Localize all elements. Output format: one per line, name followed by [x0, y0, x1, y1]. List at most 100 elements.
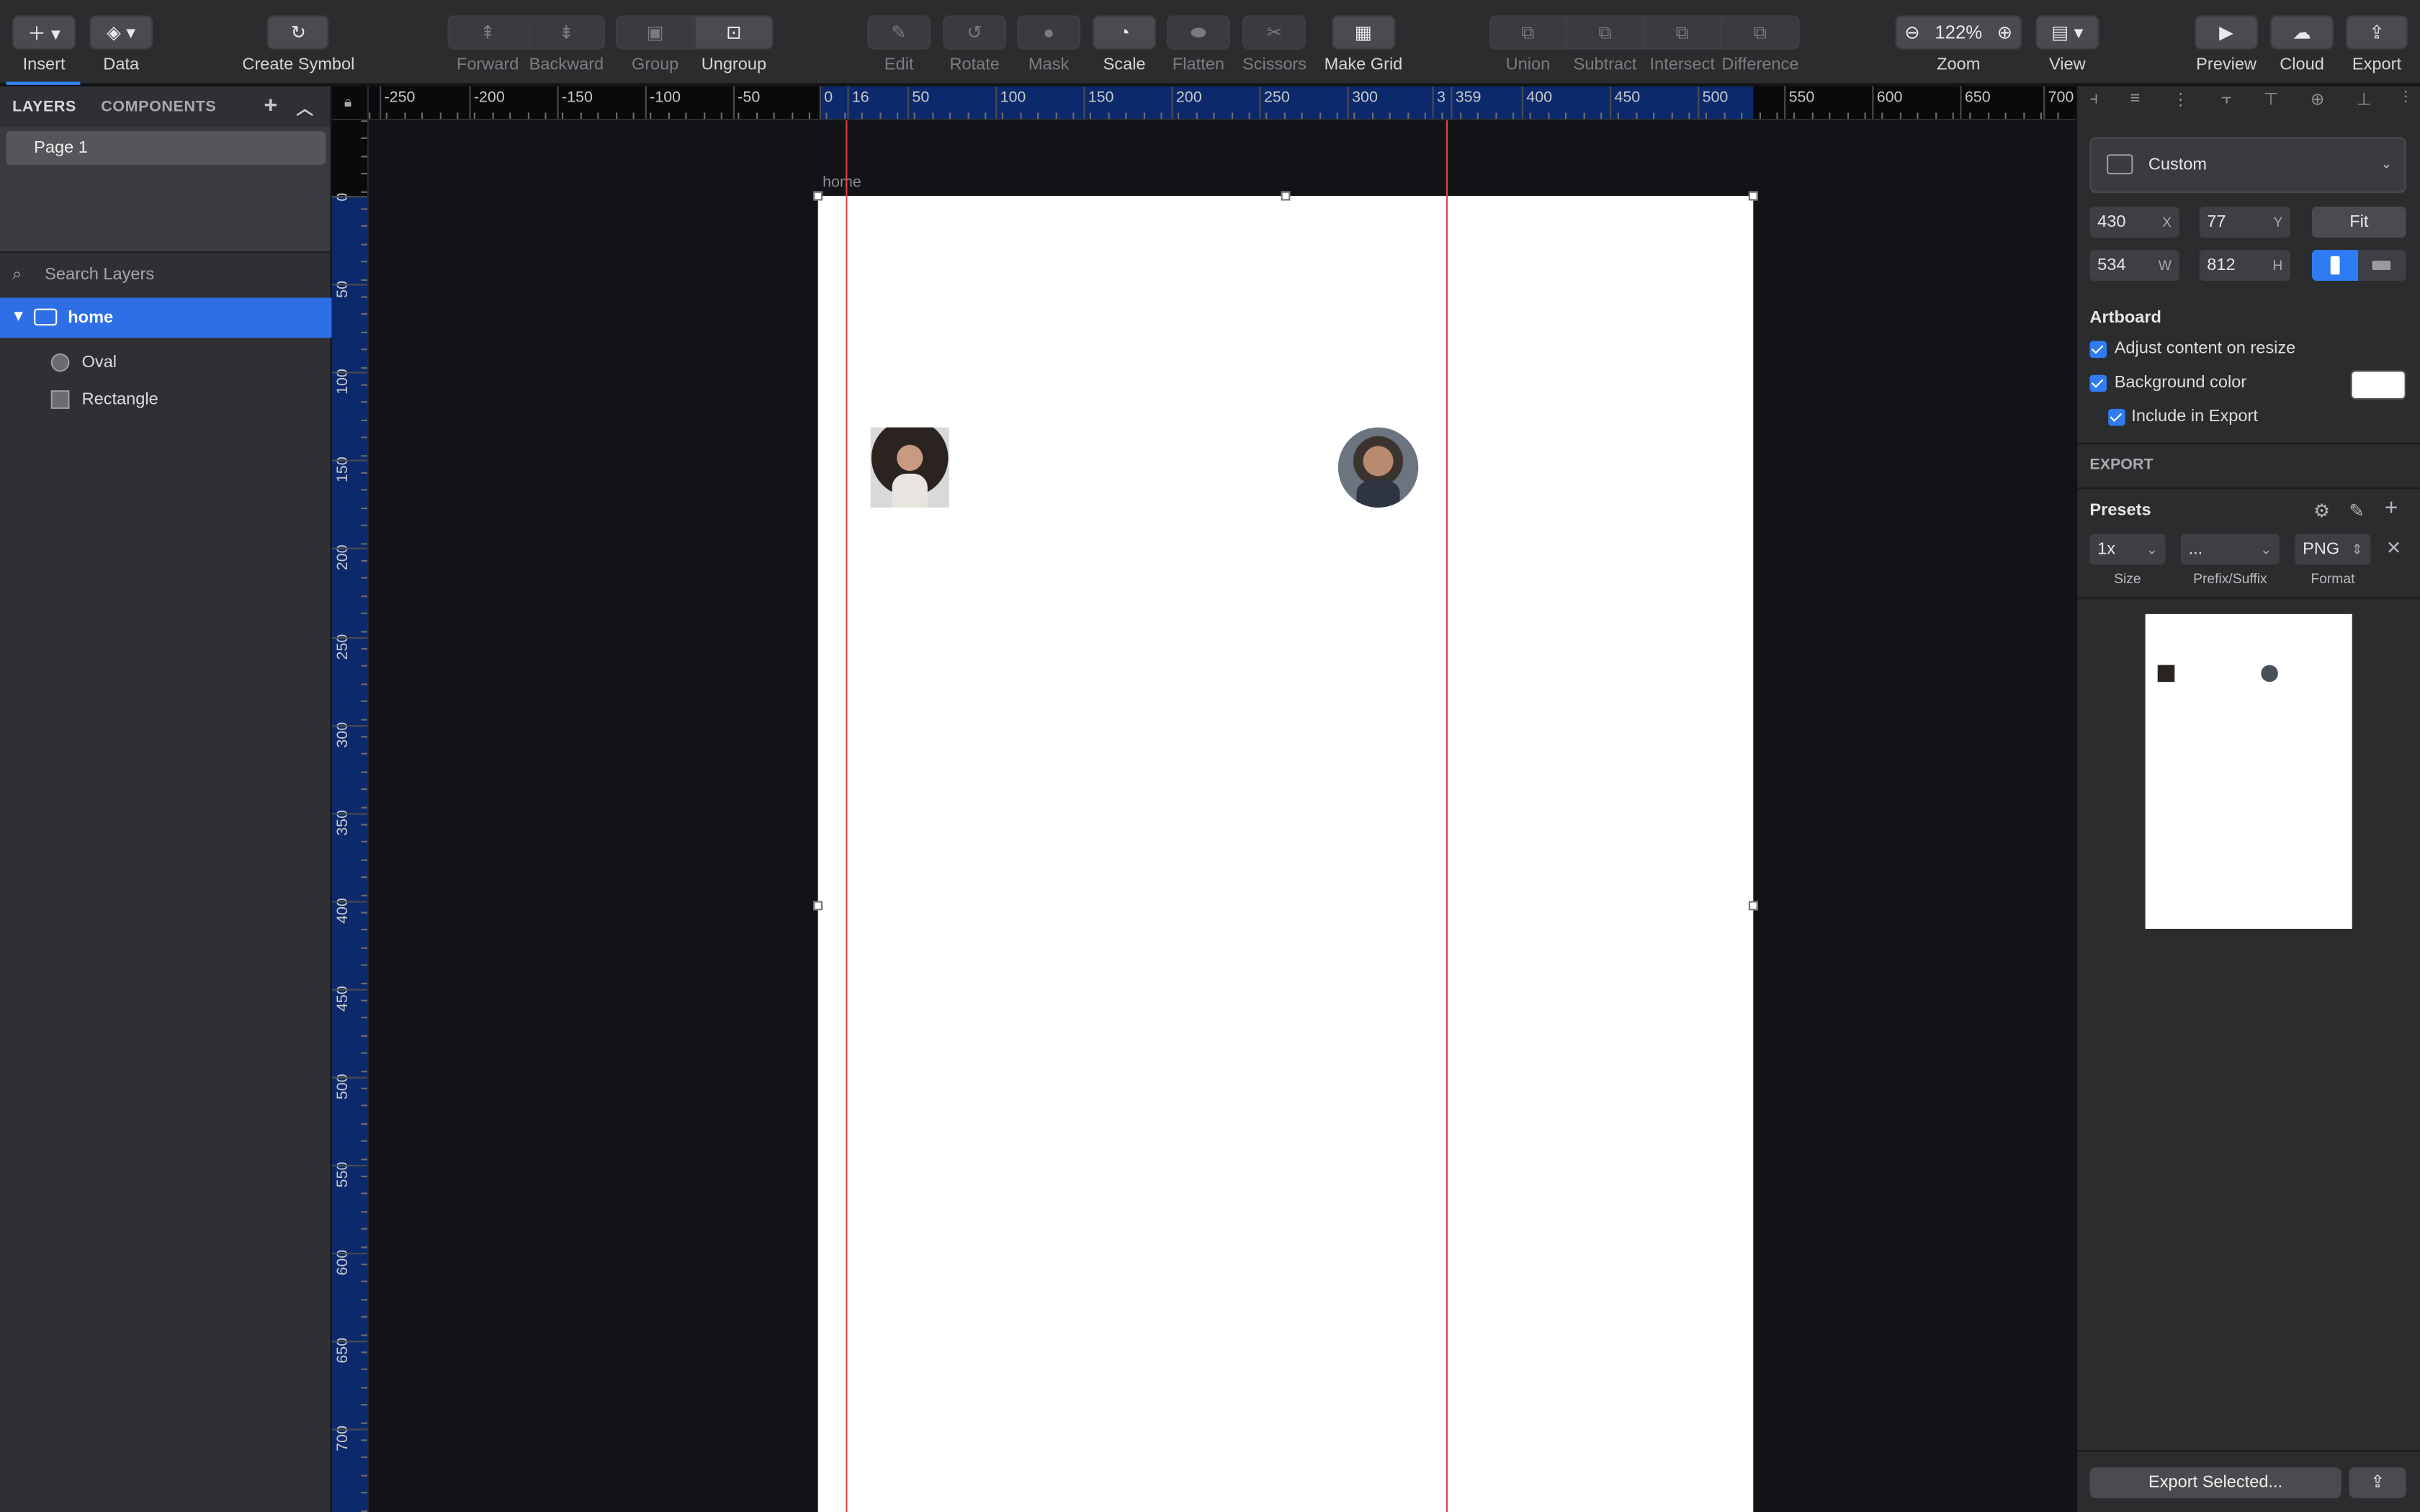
- layer-item-rectangle[interactable]: Rectangle: [0, 379, 332, 420]
- ruler-tick: [361, 507, 367, 509]
- ruler-major-tick: [1698, 86, 1700, 119]
- thumb-rectangle: [2157, 665, 2175, 683]
- zoom-control[interactable]: ⊖ 122% ⊕ Zoom: [1895, 15, 2022, 74]
- rotate-icon: ↺: [943, 15, 1007, 50]
- adjust-content-checkbox[interactable]: [2089, 341, 2107, 359]
- artboard-home[interactable]: [817, 196, 1754, 1512]
- ruler-tick: [985, 112, 987, 119]
- portrait-orientation-button[interactable]: [2312, 250, 2359, 281]
- layer-item-oval[interactable]: Oval: [0, 343, 332, 383]
- ungroup-button[interactable]: ⊡ Ungroup: [694, 15, 774, 74]
- ruler-tick: [361, 190, 367, 192]
- resize-handle[interactable]: [1748, 901, 1758, 911]
- vertical-ruler[interactable]: 0501001502002503003504004505005506006507…: [331, 120, 369, 1512]
- difference-button[interactable]: ⧉ Difference: [1721, 15, 1800, 74]
- pencil-icon[interactable]: ✎: [2349, 500, 2365, 521]
- create-symbol-button[interactable]: ↻ Create Symbol: [242, 15, 354, 74]
- resize-handle[interactable]: [813, 901, 823, 911]
- ruler-tick: [597, 112, 599, 119]
- vertical-guide[interactable]: [846, 120, 848, 1512]
- export-format-select[interactable]: PNG ⇕: [2295, 534, 2371, 565]
- toolbar: ＋ ▾ Insert ◈ ▾ Data ↻ Create Symbol ⇞ Fo…: [0, 0, 2420, 85]
- mask-icon: ●: [1017, 15, 1080, 50]
- share-export-icon[interactable]: ⇪: [2349, 1467, 2406, 1498]
- intersect-button[interactable]: ⧉ Intersect: [1644, 15, 1721, 74]
- landscape-orientation-button[interactable]: [2358, 250, 2406, 281]
- subtract-button[interactable]: ⧉ Subtract: [1567, 15, 1644, 74]
- tab-components[interactable]: COMPONENTS: [101, 98, 216, 115]
- group-button[interactable]: ▣ Group: [616, 15, 695, 74]
- canvas[interactable]: home: [369, 120, 2076, 1512]
- align-middle-icon[interactable]: ⊕: [2311, 89, 2325, 120]
- make-grid-button[interactable]: ▦ Make Grid: [1325, 15, 1402, 74]
- mask-button[interactable]: ● Mask: [1017, 15, 1080, 74]
- page-item[interactable]: Page 1: [6, 131, 326, 166]
- rectangle-image[interactable]: [870, 427, 949, 508]
- prefix-suffix-select[interactable]: ... ⌄: [2180, 534, 2280, 565]
- y-field[interactable]: 77 Y: [2199, 207, 2290, 238]
- preset-select[interactable]: Custom ⌄: [2089, 137, 2406, 193]
- height-field[interactable]: 812 H: [2199, 250, 2290, 281]
- data-button[interactable]: ◈ ▾ Data: [89, 15, 153, 74]
- add-preset-icon[interactable]: +: [2385, 495, 2398, 521]
- align-center-icon[interactable]: ≡: [2130, 89, 2141, 120]
- layer-item-home[interactable]: ▼ home: [0, 297, 332, 338]
- resize-handle[interactable]: [1748, 191, 1758, 201]
- panel-tabs: LAYERS COMPONENTS + ︿: [0, 86, 331, 127]
- search-layers-input[interactable]: ⌕ Search Layers: [0, 259, 331, 290]
- forward-button[interactable]: ⇞ Forward: [447, 15, 528, 74]
- oval-image[interactable]: [1337, 427, 1419, 508]
- insert-button[interactable]: ＋ ▾ Insert: [12, 15, 76, 74]
- align-bottom-icon[interactable]: ⊥: [2357, 89, 2372, 120]
- divider: [2077, 597, 2420, 599]
- background-color-checkbox[interactable]: [2089, 374, 2107, 392]
- flatten-button[interactable]: ⬬ Flatten: [1167, 15, 1230, 74]
- union-button[interactable]: ⧉ Union: [1489, 15, 1567, 74]
- align-right-icon[interactable]: ⫟: [2221, 89, 2231, 120]
- ruler-label: -150: [562, 89, 593, 107]
- ruler-tick: [361, 876, 367, 878]
- fit-button[interactable]: Fit: [2312, 207, 2406, 238]
- distribute-vertical-icon[interactable]: ⫶: [2403, 89, 2408, 120]
- disclosure-triangle-icon[interactable]: ▼: [11, 298, 26, 338]
- ruler-label: 16: [851, 89, 869, 107]
- view-button[interactable]: ▤ ▾ View: [2035, 15, 2099, 74]
- zoom-out-icon[interactable]: ⊖: [1904, 22, 1920, 43]
- ruler-tick: [457, 112, 459, 119]
- sliders-icon[interactable]: ⚙: [2313, 500, 2330, 521]
- rotate-button[interactable]: ↺ Rotate: [943, 15, 1007, 74]
- align-left-icon[interactable]: ⫞: [2089, 89, 2098, 120]
- export-button[interactable]: ⇪ Export: [2346, 15, 2408, 74]
- width-field[interactable]: 534 W: [2089, 250, 2179, 281]
- artboard-title[interactable]: home: [823, 174, 861, 192]
- ruler-lock-icon[interactable]: 🔒︎: [344, 94, 351, 112]
- tab-layers[interactable]: LAYERS: [12, 98, 76, 115]
- edit-button[interactable]: ✎ Edit: [867, 15, 931, 74]
- ruler-major-tick: [1872, 86, 1874, 119]
- horizontal-ruler[interactable]: -250 -200 -150 -100 -50 0 16 50 100 150 200 250 300 3…: [369, 86, 2076, 121]
- view-label: View: [2049, 55, 2086, 74]
- align-top-icon[interactable]: ⊤: [2264, 89, 2279, 120]
- scissors-button[interactable]: ✂ Scissors: [1242, 15, 1307, 74]
- ruler-tick: [1336, 112, 1338, 119]
- resize-handle[interactable]: [813, 191, 823, 201]
- background-color-swatch[interactable]: [2350, 370, 2406, 400]
- include-export-checkbox[interactable]: [2108, 408, 2125, 426]
- backward-button[interactable]: ⇟ Backward: [527, 15, 605, 74]
- preview-button[interactable]: ▶ Preview: [2195, 15, 2258, 74]
- resize-handle[interactable]: [1281, 191, 1291, 201]
- export-size-select[interactable]: 1x ⌄: [2089, 534, 2166, 565]
- remove-preset-icon[interactable]: ✕: [2386, 537, 2402, 559]
- cloud-button[interactable]: ☁ Cloud: [2270, 15, 2334, 74]
- distribute-icon[interactable]: ⋮: [2172, 89, 2190, 120]
- vertical-guide[interactable]: [1446, 120, 1448, 1512]
- export-selected-button[interactable]: Export Selected...: [2089, 1467, 2341, 1498]
- collapse-chevron-icon[interactable]: ︿: [296, 96, 313, 120]
- scale-button[interactable]: ◔ Scale: [1093, 15, 1156, 74]
- ruler-label: 250: [1264, 89, 1290, 107]
- add-page-icon[interactable]: +: [264, 93, 277, 119]
- scissors-icon: ✂: [1242, 15, 1307, 50]
- ruler-tick: [1072, 112, 1075, 119]
- x-field[interactable]: 430 X: [2089, 207, 2179, 238]
- zoom-in-icon[interactable]: ⊕: [1997, 22, 2013, 43]
